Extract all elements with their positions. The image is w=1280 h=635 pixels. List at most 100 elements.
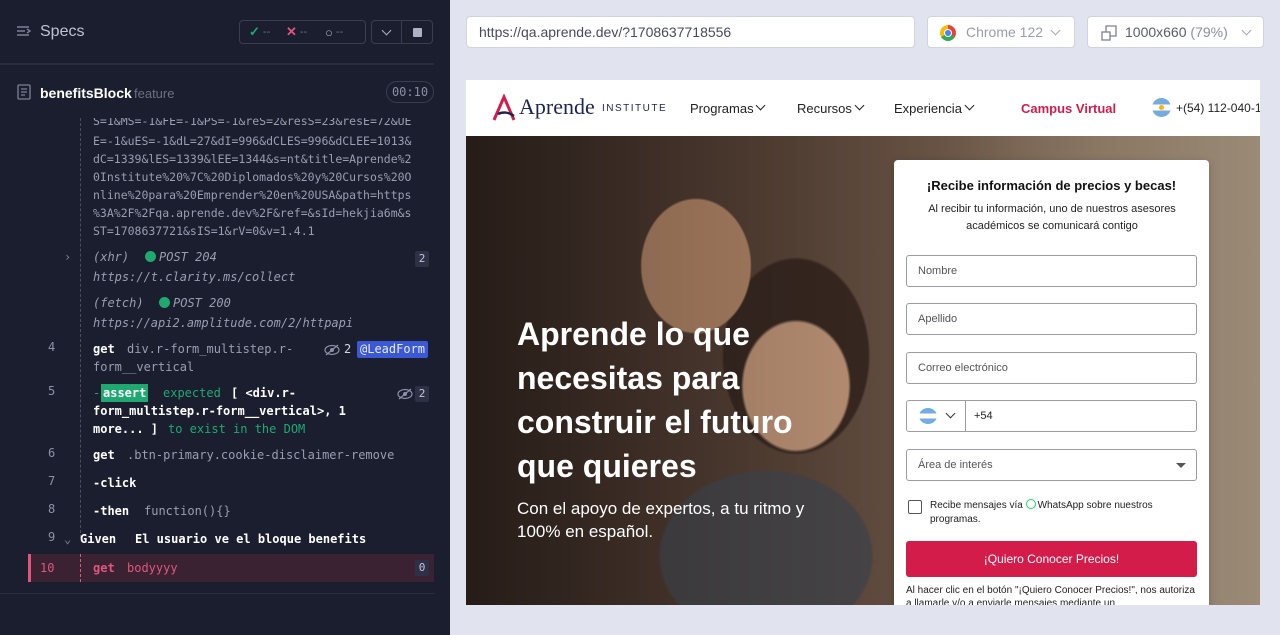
phone-field[interactable]: +54: [906, 400, 1197, 432]
command-log: S=1&MS=-1&FE=-1&PS=-1&reS=2&resS=23&resE…: [0, 118, 434, 593]
x-icon: ✕: [286, 24, 297, 39]
xhr-url: https://t.clarity.ms/collect: [93, 270, 296, 284]
chevron-down-icon: [1050, 25, 1061, 36]
command-name: get: [93, 448, 115, 462]
stop-icon: [413, 28, 422, 37]
line-number: 9: [48, 530, 56, 544]
nav-experiencia[interactable]: Experiencia: [894, 101, 962, 116]
stop-button[interactable]: [402, 20, 433, 44]
chevron-down-icon[interactable]: ⌄: [64, 530, 71, 548]
divider: [0, 593, 434, 594]
line-number: 10: [40, 561, 55, 575]
url-line: nline%20para%20Emprender%20en%20USA&path…: [93, 188, 412, 202]
command-name: -click: [93, 476, 137, 490]
failed-stat: ✕ --: [286, 24, 308, 39]
brand-subtitle: INSTITUTE: [602, 103, 668, 114]
element-count: 2: [344, 342, 352, 356]
chrome-icon: [940, 25, 956, 41]
command-name: Given: [80, 532, 117, 546]
chevron-down-icon: [381, 25, 392, 36]
whatsapp-consent-checkbox[interactable]: [908, 500, 922, 514]
xhr-kind: (xhr): [93, 250, 130, 264]
chevron-down-icon: [1241, 25, 1252, 36]
app-preview: https://qa.aprende.dev/?1708637718556 Ch…: [450, 0, 1280, 635]
command-name: get: [93, 561, 115, 575]
specs-header: Specs ✓ -- ✕ -- ○ --: [0, 0, 434, 64]
argentina-flag-icon: [919, 408, 937, 424]
nav-campus-virtual[interactable]: Campus Virtual: [1021, 101, 1116, 116]
url-bar[interactable]: https://qa.aprende.dev/?1708637718556: [466, 16, 915, 48]
email-field[interactable]: Correo electrónico: [906, 352, 1197, 384]
command-arg: div.r-form_multistep.r-: [127, 342, 294, 356]
chevron-right-icon[interactable]: ›: [64, 248, 71, 266]
url-line: dC=1339&lES=1339&lEE=1344&s=nt&title=Apr…: [93, 152, 412, 166]
chevron-down-icon: [755, 100, 766, 111]
nav-programas[interactable]: Programas: [690, 101, 754, 116]
apellido-field[interactable]: Apellido: [906, 303, 1197, 335]
url-line: E=-1&uES=-1&dL=27&dI=996&dCLES=996&dCLEE…: [93, 134, 412, 148]
command-arg: bodyyyy: [127, 561, 178, 575]
count-badge: 2: [415, 251, 429, 267]
spec-file-extension: feature: [134, 86, 175, 101]
area-select[interactable]: Área de interés: [906, 449, 1197, 481]
lead-form: ¡Recibe información de precios y becas! …: [894, 160, 1209, 605]
command-row-10-failed[interactable]: 10 get bodyyyy 0: [28, 554, 434, 582]
site-navbar: Aprende INSTITUTE Programas Recursos Exp…: [466, 80, 1260, 136]
brand-name[interactable]: Aprende: [519, 94, 595, 120]
command-arg: form__vertical: [93, 360, 195, 374]
stats-bar: ✓ -- ✕ -- ○ --: [239, 20, 366, 44]
line-number: 6: [48, 446, 56, 460]
url-line: 0Institute%20%7C%20Diplomados%20y%20Curs…: [93, 170, 412, 184]
aprende-logo-icon[interactable]: [490, 94, 518, 122]
url-line: S=1&MS=-1&FE=-1&PS=-1&reS=2&resS=23&resE…: [93, 118, 412, 128]
viewport-label: 1000x660 (79%): [1125, 24, 1228, 40]
specs-title[interactable]: Specs: [40, 23, 84, 41]
assert-subject: more... ]: [93, 422, 159, 436]
alias-badge: @LeadForm: [357, 341, 429, 358]
phone-code: +54: [974, 410, 993, 422]
viewport-selector[interactable]: 1000x660 (79%): [1087, 16, 1264, 48]
count-badge: 2: [415, 386, 429, 402]
assert-text: expected: [163, 386, 221, 400]
chevron-down-icon: [854, 100, 865, 111]
hero-section: Aprende lo que necesitas para construir …: [466, 136, 1260, 605]
submit-button[interactable]: ¡Quiero Conocer Precios!: [906, 541, 1197, 577]
country-code-selector[interactable]: [907, 401, 966, 431]
spinner-icon: ○: [325, 24, 333, 40]
duration-badge: 00:10: [386, 81, 434, 103]
file-icon: [17, 84, 31, 100]
nav-phone[interactable]: +(54) 112-040-1: [1176, 101, 1260, 115]
assert-subject: form_multistep.r-form__vertical>, 1: [93, 404, 346, 418]
indent-guide: [80, 554, 81, 582]
indent-guide: [80, 118, 81, 538]
command-log-panel: Specs ✓ -- ✕ -- ○ -- benefitsBlock featu…: [0, 0, 450, 635]
line-number: 5: [48, 384, 56, 398]
command-arg: El usuario ve el bloque benefits: [135, 532, 367, 546]
spec-file-bar: benefitsBlock feature 00:10: [0, 64, 434, 118]
viewport-size-icon: [1101, 25, 1117, 41]
caret-down-icon: [1176, 463, 1186, 468]
specs-list-icon[interactable]: [16, 24, 32, 40]
whatsapp-icon: [1025, 499, 1036, 509]
hero-subtitle: Con el apoyo de expertos, a tu ritmo y 1…: [517, 499, 805, 541]
chevron-down-icon: [964, 100, 975, 111]
line-number: 4: [48, 340, 56, 354]
fetch-method: POST 200: [173, 296, 231, 310]
browser-selector[interactable]: Chrome 122: [927, 16, 1075, 48]
legal-text: Al hacer clic en el botón "¡Quiero Conoc…: [906, 585, 1195, 605]
fetch-kind: (fetch): [93, 296, 144, 310]
consent-label: Recibe mensajes vía WhatsApp sobre nuest…: [930, 499, 1153, 525]
toggle-button[interactable]: [371, 20, 402, 44]
eye-slash-icon: [397, 388, 413, 400]
chevron-down-icon: [945, 408, 956, 419]
nav-recursos[interactable]: Recursos: [797, 101, 852, 116]
line-number: 7: [48, 474, 56, 488]
nombre-field[interactable]: Nombre: [906, 255, 1197, 287]
eye-slash-icon: [324, 344, 340, 356]
form-title: ¡Recibe información de precios y becas!: [926, 178, 1177, 193]
spec-file-name[interactable]: benefitsBlock: [40, 85, 132, 101]
argentina-flag-icon[interactable]: [1152, 98, 1171, 117]
check-icon: ✓: [249, 24, 260, 39]
hero-title: Aprende lo que necesitas para construir …: [517, 316, 793, 484]
status-dot-icon: [145, 248, 156, 266]
